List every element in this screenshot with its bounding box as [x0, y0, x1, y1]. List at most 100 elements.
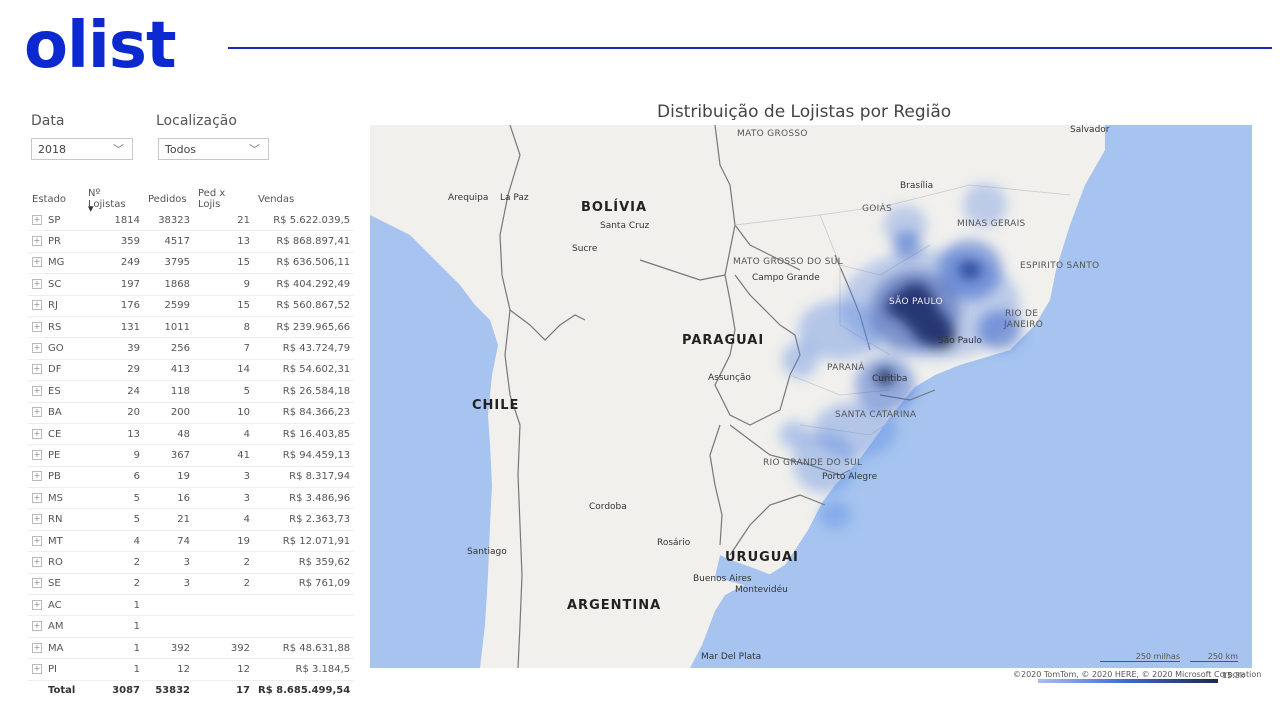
map-label-country: CHILE: [472, 398, 520, 413]
expand-icon[interactable]: +: [32, 535, 42, 546]
state-code: RS: [48, 321, 62, 333]
table-row[interactable]: + MA 1 392 392 R$ 48.631,88: [28, 637, 355, 660]
state-code: PE: [48, 449, 61, 461]
map-label-country: ARGENTINA: [567, 598, 662, 613]
expand-icon[interactable]: +: [32, 385, 42, 396]
cell-pedidos: 3795: [144, 252, 194, 275]
table-row[interactable]: + SC 197 1868 9 R$ 404.292,49: [28, 273, 355, 296]
expand-icon[interactable]: +: [32, 514, 42, 525]
expand-icon[interactable]: +: [32, 407, 42, 418]
table-row[interactable]: + GO 39 256 7 R$ 43.724,79: [28, 337, 355, 360]
table-row[interactable]: + SE 2 3 2 R$ 761,09: [28, 573, 355, 596]
map-label-state: RIO GRANDE DO SUL: [763, 458, 863, 468]
cell-lojistas: 249: [84, 252, 144, 275]
cell-ped-x-lojis: 4: [194, 508, 254, 531]
table-row[interactable]: + AM 1: [28, 615, 355, 638]
table-row[interactable]: + RO 2 3 2 R$ 359,62: [28, 551, 355, 574]
table-row[interactable]: + PE 9 367 41 R$ 94.459,13: [28, 444, 355, 467]
state-code: MS: [48, 492, 63, 504]
table-row[interactable]: + ES 24 118 5 R$ 26.584,18: [28, 380, 355, 403]
cell-pedidos: 12: [144, 658, 194, 681]
cell-pedidos: 2599: [144, 295, 194, 317]
cell-vendas: R$ 239.965,66: [254, 316, 355, 339]
table-row[interactable]: + PB 6 19 3 R$ 8.317,94: [28, 466, 355, 489]
map-label-state: RIO DE: [1005, 309, 1039, 319]
expand-icon[interactable]: +: [32, 428, 42, 439]
map-label-city: Arequipa: [448, 193, 489, 203]
table-row[interactable]: + PI 1 12 12 R$ 3.184,5: [28, 658, 355, 681]
sellers-heatmap[interactable]: BOLÍVIA PARAGUAI CHILE URUGUAI ARGENTINA…: [370, 125, 1252, 668]
cell-ped-x-lojis: 4: [194, 423, 254, 446]
cell-vendas: R$ 636.506,11: [254, 252, 355, 275]
cell-lojistas: 6: [84, 466, 144, 489]
table-row[interactable]: + BA 20 200 10 R$ 84.366,23: [28, 402, 355, 424]
cell-vendas: R$ 359,62: [254, 551, 355, 574]
expand-icon[interactable]: +: [32, 578, 42, 589]
cell-ped-x-lojis: 392: [194, 637, 254, 660]
map-label-state: SÃO PAULO: [889, 297, 943, 307]
cell-ped-x-lojis: 3: [194, 466, 254, 489]
expand-icon[interactable]: +: [32, 257, 42, 268]
cell-estado: + SE: [28, 573, 84, 596]
cell-pedidos: 200: [144, 402, 194, 424]
table-row[interactable]: + MG 249 3795 15 R$ 636.506,11: [28, 252, 355, 275]
map-label-city: Campo Grande: [752, 273, 820, 283]
state-code: SP: [48, 214, 61, 226]
column-header-estado[interactable]: Estado: [28, 188, 84, 210]
expand-icon[interactable]: +: [32, 621, 42, 632]
expand-icon[interactable]: +: [32, 364, 42, 375]
cell-vendas: [254, 615, 355, 638]
column-header-ped-x-lojis[interactable]: Ped x Lojis: [194, 188, 254, 210]
state-code: RN: [48, 514, 63, 526]
table-row[interactable]: + RJ 176 2599 15 R$ 560.867,52: [28, 295, 355, 317]
table-row[interactable]: + CE 13 48 4 R$ 16.403,85: [28, 423, 355, 446]
cell-pedidos: 3: [144, 573, 194, 596]
column-header-vendas[interactable]: Vendas: [254, 188, 354, 210]
cell-vendas: R$ 5.622.039,5: [254, 210, 355, 232]
expand-icon[interactable]: +: [32, 599, 42, 610]
expand-icon[interactable]: +: [32, 321, 42, 332]
table-row[interactable]: + AC 1: [28, 594, 355, 617]
olist-logo: olist: [24, 9, 177, 83]
cell-estado: + SC: [28, 273, 84, 296]
table-row[interactable]: + RN 5 21 4 R$ 2.363,73: [28, 508, 355, 531]
expand-icon[interactable]: +: [32, 492, 42, 503]
localizacao-slicer-value: Todos: [165, 143, 197, 156]
expand-icon[interactable]: +: [32, 236, 42, 247]
expand-icon[interactable]: +: [32, 214, 42, 225]
localizacao-slicer-dropdown[interactable]: Todos ﹀: [158, 138, 269, 160]
table-row[interactable]: + PR 359 4517 13 R$ 868.897,41: [28, 230, 355, 253]
cell-pedidos: 4517: [144, 230, 194, 253]
expand-icon[interactable]: +: [32, 343, 42, 354]
expand-icon[interactable]: +: [32, 663, 42, 674]
cell-vendas: R$ 12.071,91: [254, 530, 355, 553]
state-code: CE: [48, 428, 62, 440]
column-header-lojistas[interactable]: Nº Lojistas ▼: [84, 188, 144, 213]
state-code: SE: [48, 578, 61, 590]
cell-estado: + CE: [28, 423, 84, 446]
expand-icon[interactable]: +: [32, 471, 42, 482]
expand-icon[interactable]: +: [32, 449, 42, 460]
table-row[interactable]: + DF 29 413 14 R$ 54.602,31: [28, 359, 355, 382]
table-row[interactable]: + RS 131 1011 8 R$ 239.965,66: [28, 316, 355, 339]
column-header-pedidos[interactable]: Pedidos: [144, 188, 194, 210]
scale-bar-km: 250 km: [1190, 652, 1238, 662]
expand-icon[interactable]: +: [32, 556, 42, 567]
cell-estado: + RS: [28, 316, 84, 339]
data-slicer-dropdown[interactable]: 2018 ﹀: [31, 138, 133, 160]
expand-icon[interactable]: +: [32, 300, 42, 311]
map-label-country: PARAGUAI: [682, 333, 765, 348]
cell-estado: + RJ: [28, 295, 84, 317]
table-row[interactable]: + SP 1814 38323 21 R$ 5.622.039,5: [28, 210, 355, 232]
expand-icon[interactable]: +: [32, 642, 42, 653]
cell-lojistas: 1: [84, 637, 144, 660]
cell-vendas: R$ 560.867,52: [254, 295, 355, 317]
map-label-city: Buenos Aires: [693, 574, 752, 584]
table-row[interactable]: + MT 4 74 19 R$ 12.071,91: [28, 530, 355, 553]
cell-lojistas: 9: [84, 444, 144, 467]
expand-icon[interactable]: +: [32, 278, 42, 289]
table-row[interactable]: + MS 5 16 3 R$ 3.486,96: [28, 487, 355, 510]
cell-estado: + RO: [28, 551, 84, 574]
cell-ped-x-lojis: 15: [194, 295, 254, 317]
map-label-city: Assunção: [708, 373, 751, 383]
